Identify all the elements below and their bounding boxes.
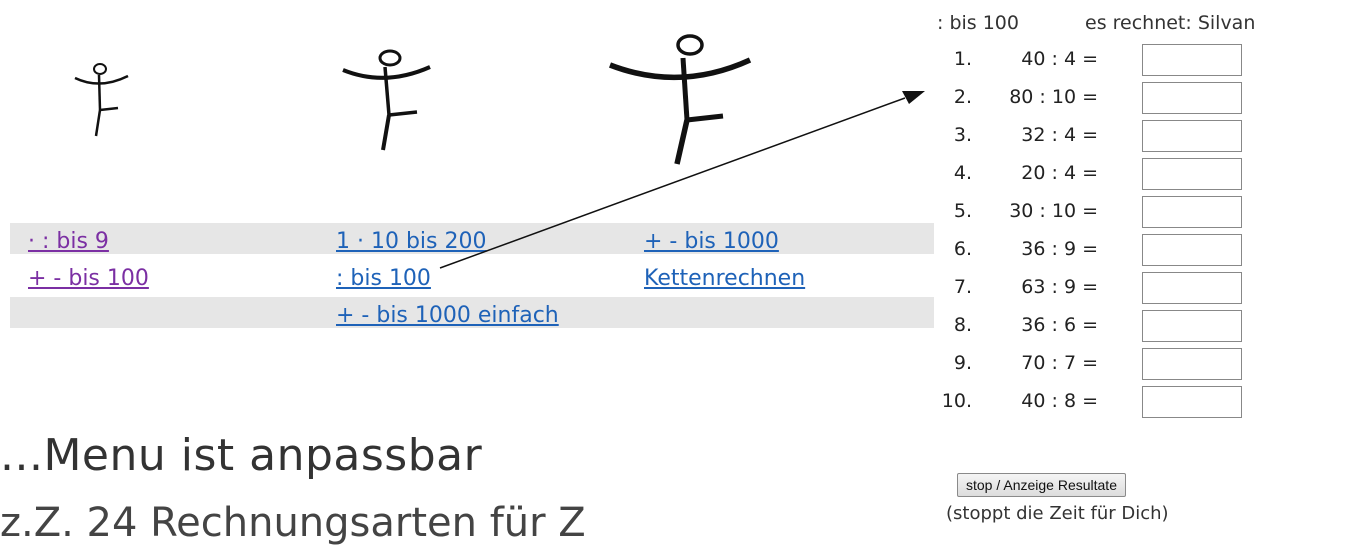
quiz-expression: 80 : 10 = — [1009, 86, 1098, 108]
answer-input[interactable] — [1142, 272, 1242, 304]
quiz-number: 9. — [953, 352, 972, 374]
quiz-row: 1. 40 : 4 = — [930, 44, 1370, 76]
quiz-panel: : bis 100 es rechnet: Silvan 1. 40 : 4 =… — [930, 0, 1370, 529]
menu-link-plus-minus-bis-1000[interactable]: + - bis 1000 — [644, 229, 779, 254]
menu-cell-empty — [626, 297, 934, 328]
menu-cell: : bis 100 — [318, 260, 626, 291]
quiz-row: 7. 63 : 9 = — [930, 272, 1370, 304]
quiz-row: 9. 70 : 7 = — [930, 348, 1370, 380]
quiz-row: 10. 40 : 8 = — [930, 386, 1370, 418]
menu-link-mal-bis-9[interactable]: · : bis 9 — [28, 229, 109, 254]
quiz-expression: 36 : 9 = — [1021, 238, 1098, 260]
menu-link-geteilt-bis-100[interactable]: : bis 100 — [336, 266, 431, 291]
quiz-expression: 63 : 9 = — [1021, 276, 1098, 298]
stop-button[interactable]: stop / Anzeige Resultate — [957, 473, 1126, 497]
quiz-expression: 30 : 10 = — [1009, 200, 1098, 222]
figure-small-icon — [74, 63, 129, 137]
quiz-expression: 36 : 6 = — [1021, 314, 1098, 336]
answer-input[interactable] — [1142, 348, 1242, 380]
quiz-row: 4. 20 : 4 = — [930, 158, 1370, 190]
answer-input[interactable] — [1142, 44, 1242, 76]
answer-input[interactable] — [1142, 234, 1242, 266]
quiz-number: 8. — [953, 314, 972, 336]
quiz-row: 5. 30 : 10 = — [930, 196, 1370, 228]
menu-row: + - bis 1000 einfach — [10, 297, 934, 328]
quiz-row: 3. 32 : 4 = — [930, 120, 1370, 152]
menu-cell: + - bis 1000 einfach — [318, 297, 626, 328]
quiz-number: 7. — [953, 276, 972, 298]
quiz-expression: 40 : 4 = — [1021, 48, 1098, 70]
answer-input[interactable] — [1142, 82, 1242, 114]
quiz-number: 6. — [953, 238, 972, 260]
menu-cell: Kettenrechnen — [626, 260, 934, 291]
answer-input[interactable] — [1142, 310, 1242, 342]
menu-link-kettenrechnen[interactable]: Kettenrechnen — [644, 266, 805, 291]
answer-input[interactable] — [1142, 196, 1242, 228]
quiz-number: 5. — [953, 200, 972, 222]
answer-input[interactable] — [1142, 158, 1242, 190]
menu-cell: + - bis 1000 — [626, 223, 934, 254]
quiz-expression: 40 : 8 = — [1021, 390, 1098, 412]
figure-large-icon — [609, 34, 752, 165]
answer-input[interactable] — [1142, 120, 1242, 152]
figure-medium-icon — [342, 49, 431, 151]
page-subline: z.Z. 24 Rechnungsarten für Z — [0, 500, 586, 546]
menu-cell: 1 · 10 bis 200 — [318, 223, 626, 254]
quiz-number: 1. — [953, 48, 972, 70]
menu-link-plus-minus-bis-1000-einfach[interactable]: + - bis 1000 einfach — [336, 303, 559, 328]
quiz-user: es rechnet: Silvan — [1085, 12, 1256, 34]
menu-row: + - bis 100 : bis 100 Kettenrechnen — [10, 260, 934, 291]
quiz-row: 8. 36 : 6 = — [930, 310, 1370, 342]
difficulty-figures — [0, 0, 900, 200]
menu-table: · : bis 9 1 · 10 bis 200 + - bis 1000 + … — [10, 217, 934, 334]
quiz-number: 10. — [941, 390, 972, 412]
quiz-title: : bis 100 — [937, 12, 1019, 34]
quiz-expression: 70 : 7 = — [1021, 352, 1098, 374]
menu-link-1x10-bis-200[interactable]: 1 · 10 bis 200 — [336, 229, 487, 254]
stop-note: (stoppt die Zeit für Dich) — [946, 503, 1169, 524]
menu-cell: · : bis 9 — [10, 223, 318, 254]
quiz-number: 3. — [953, 124, 972, 146]
page-heading: ...Menu ist anpassbar — [0, 430, 483, 481]
quiz-number: 2. — [953, 86, 972, 108]
quiz-expression: 32 : 4 = — [1021, 124, 1098, 146]
quiz-row: 2. 80 : 10 = — [930, 82, 1370, 114]
menu-row: · : bis 9 1 · 10 bis 200 + - bis 1000 — [10, 223, 934, 254]
menu-cell: + - bis 100 — [10, 260, 318, 291]
menu-cell-empty — [10, 297, 318, 328]
menu-link-plus-minus-bis-100[interactable]: + - bis 100 — [28, 266, 149, 291]
quiz-number: 4. — [953, 162, 972, 184]
quiz-expression: 20 : 4 = — [1021, 162, 1098, 184]
quiz-row: 6. 36 : 9 = — [930, 234, 1370, 266]
answer-input[interactable] — [1142, 386, 1242, 418]
